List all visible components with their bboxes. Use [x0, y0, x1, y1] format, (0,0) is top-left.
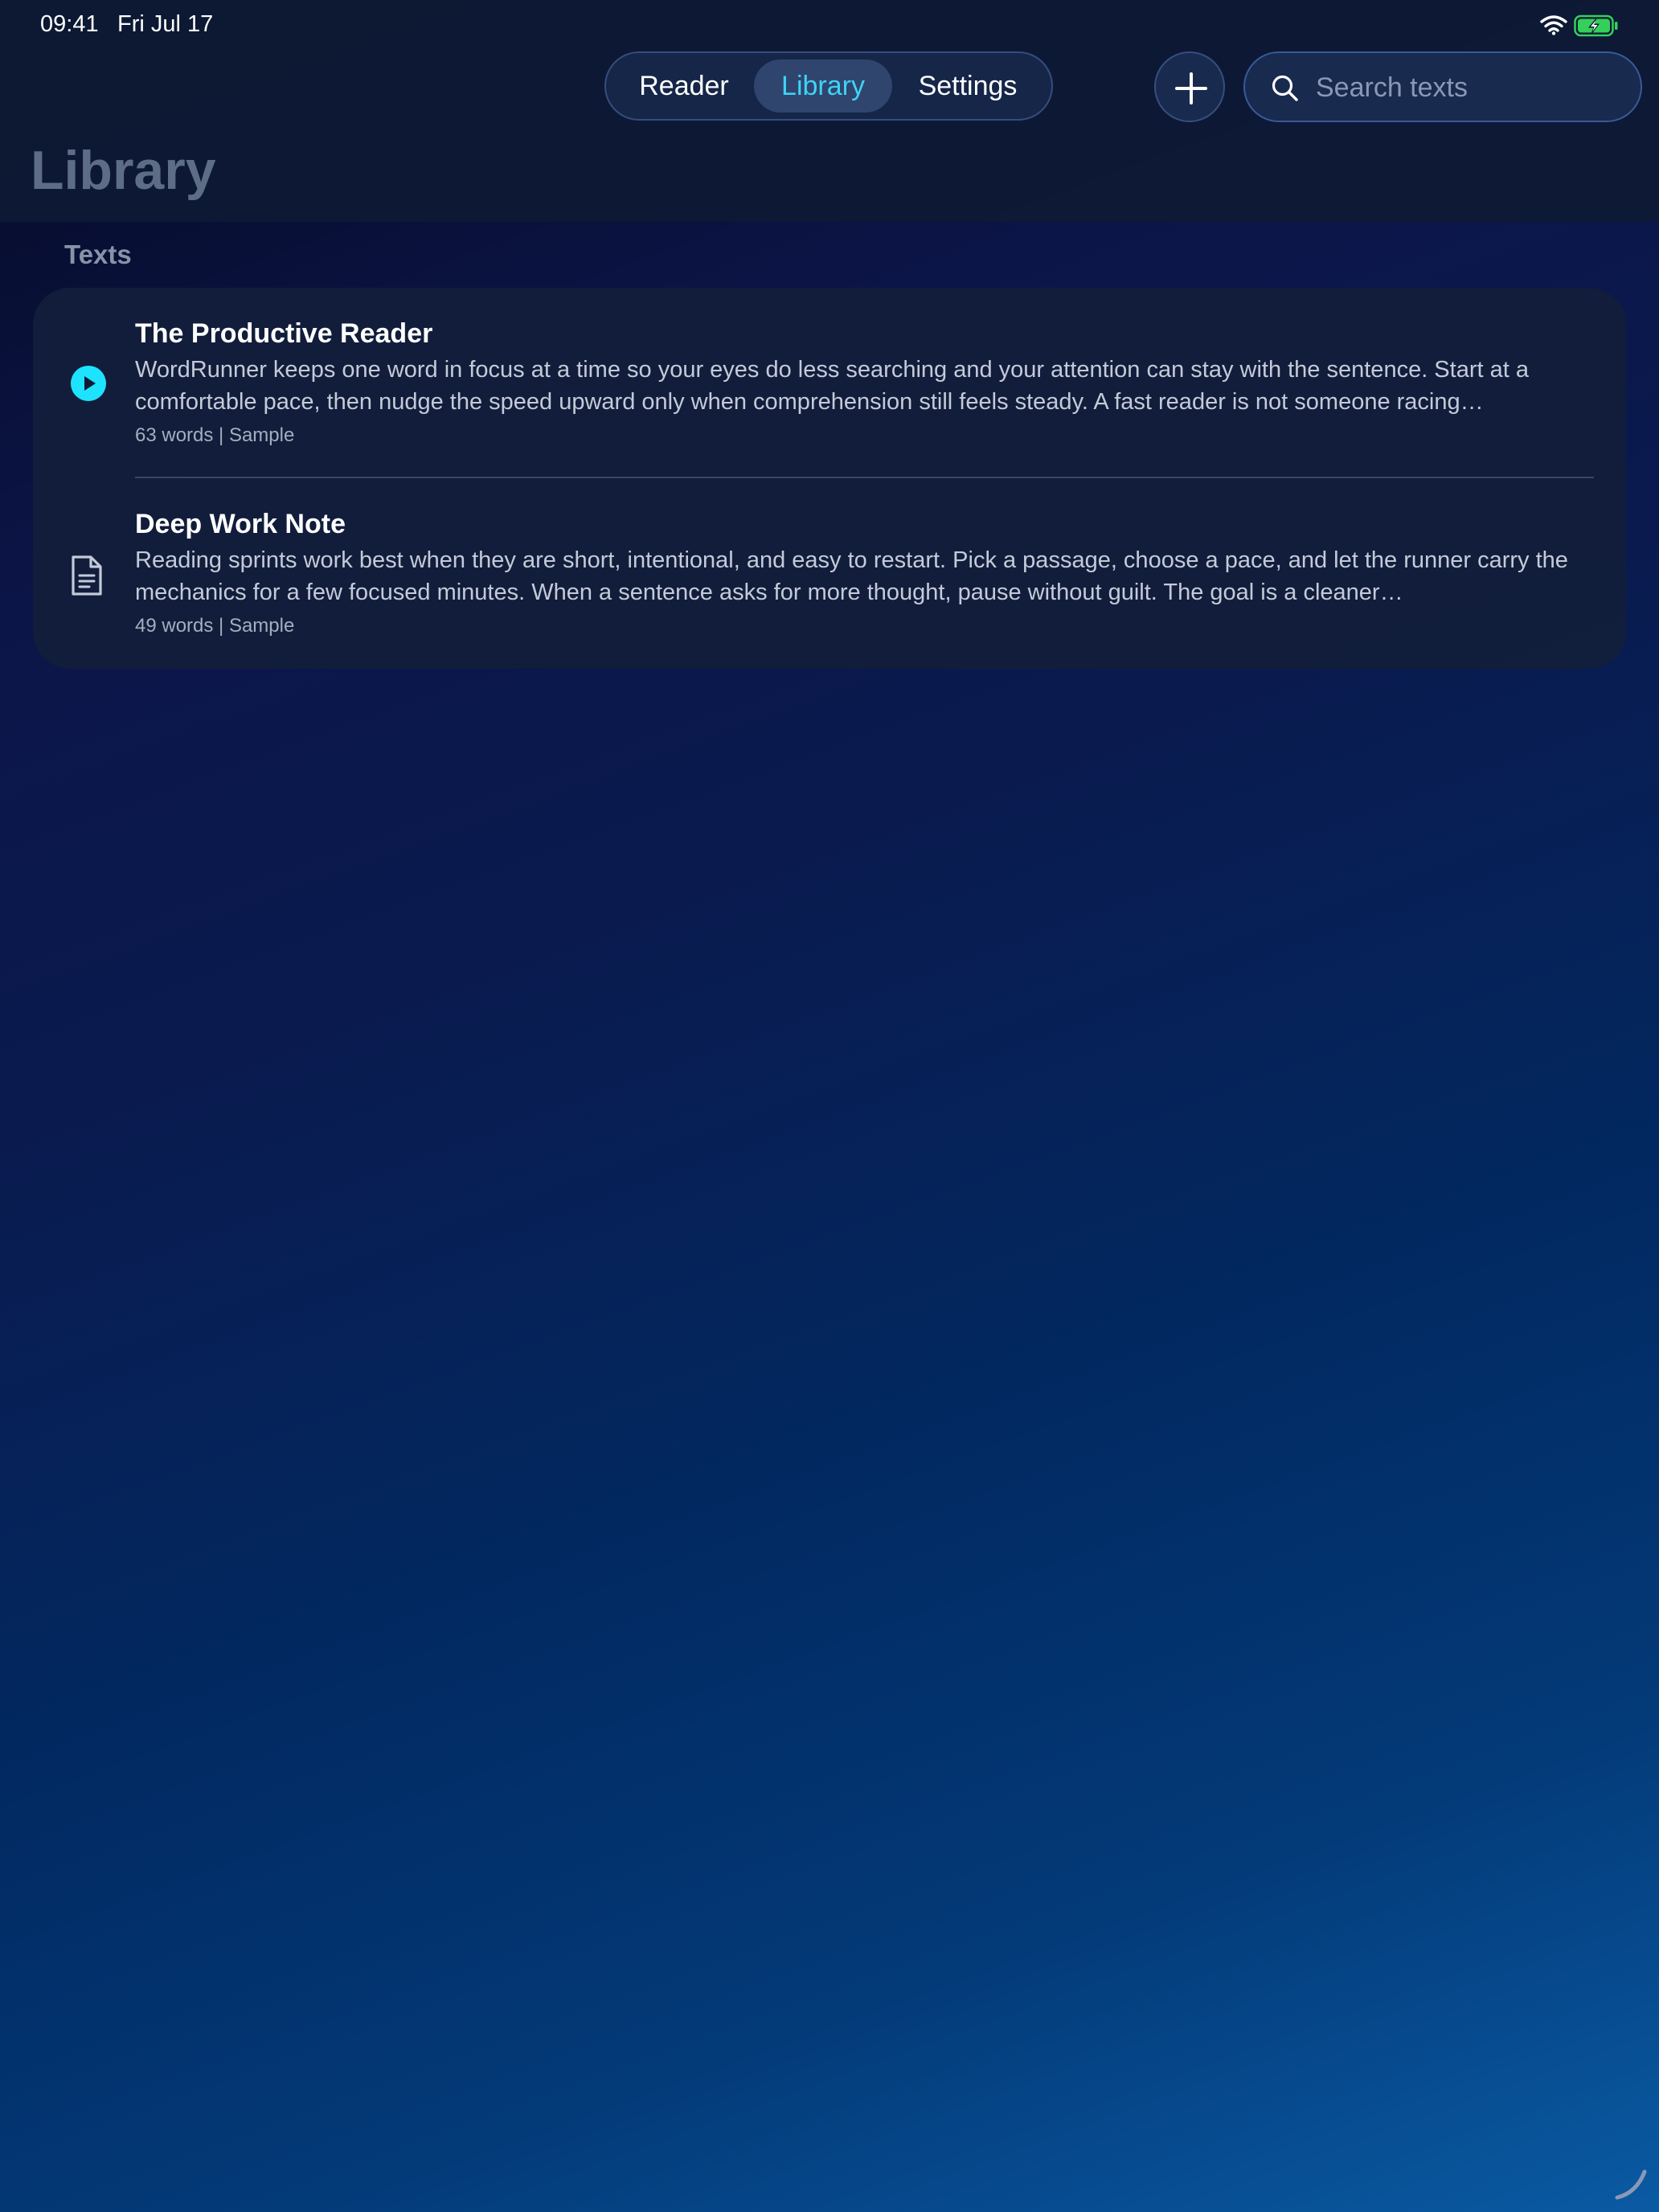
search-input[interactable] [1314, 64, 1631, 111]
play-circle-icon[interactable] [70, 365, 107, 402]
battery-charging-icon [1574, 14, 1618, 37]
add-text-button[interactable] [1154, 51, 1225, 122]
item-excerpt: Reading sprints work best when they are … [135, 547, 1568, 605]
document-icon [72, 555, 102, 596]
item-meta: 63 words | Sample [135, 424, 295, 446]
list-item-deep-work-note[interactable]: Deep Work Note Reading sprints work best… [33, 478, 1626, 669]
search-icon [1272, 75, 1298, 101]
wifi-icon [1540, 15, 1567, 35]
plus-icon [1175, 72, 1207, 104]
page-title: Library [31, 140, 216, 201]
item-title: Deep Work Note [135, 509, 346, 539]
item-title: The Productive Reader [135, 318, 433, 349]
item-excerpt: WordRunner keeps one word in focus at a … [135, 357, 1529, 415]
resize-handle-icon[interactable] [1612, 2165, 1649, 2202]
view-switcher: Reader Library Settings [604, 51, 1053, 121]
search-field[interactable] [1243, 51, 1642, 122]
status-date: Fri Jul 17 [117, 11, 214, 37]
tab-library[interactable]: Library [754, 59, 892, 113]
tab-settings[interactable]: Settings [899, 59, 1037, 113]
tab-reader[interactable]: Reader [621, 59, 748, 113]
section-header-texts: Texts [64, 240, 132, 269]
item-meta: 49 words | Sample [135, 615, 295, 637]
texts-list: The Productive Reader WordRunner keeps o… [33, 288, 1626, 669]
status-time: 09:41 [40, 11, 99, 37]
status-bar: 09:41 Fri Jul 17 [0, 0, 1659, 51]
list-item-the-productive-reader[interactable]: The Productive Reader WordRunner keeps o… [33, 288, 1626, 478]
